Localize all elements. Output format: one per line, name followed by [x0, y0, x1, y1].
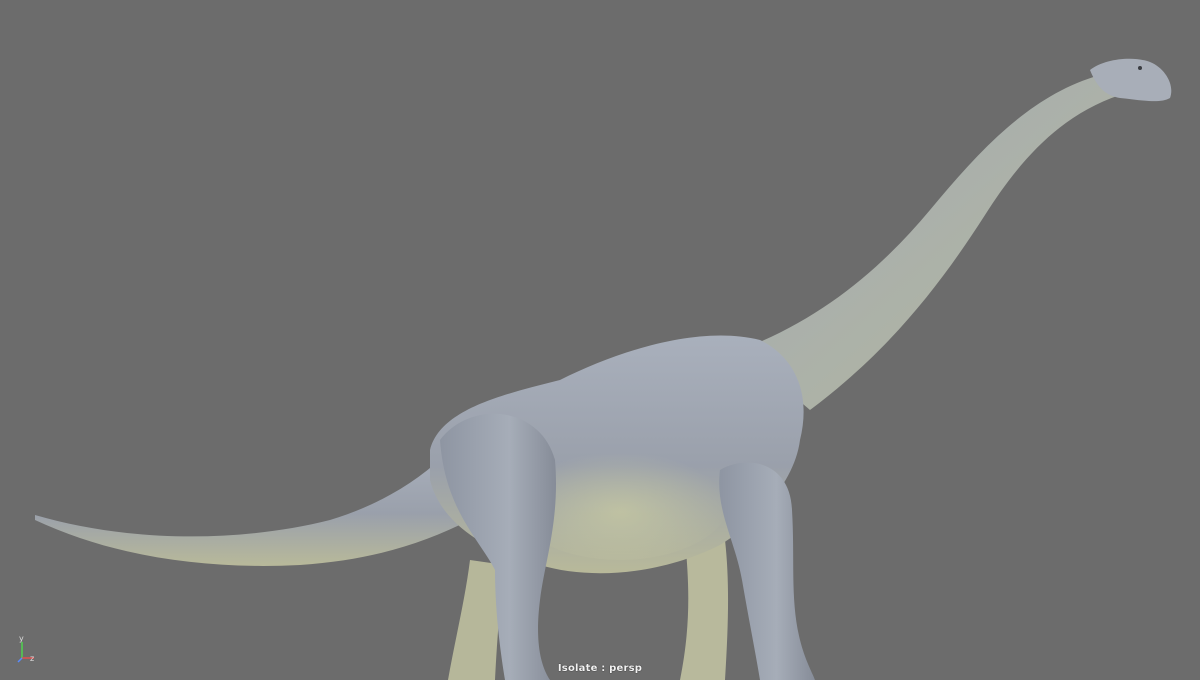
neck	[740, 75, 1120, 410]
3d-viewport[interactable]: y z Isolate : persp	[0, 0, 1200, 680]
z-axis-line	[17, 657, 23, 663]
z-axis-label: z	[30, 654, 34, 663]
y-axis-label: y	[19, 634, 24, 643]
near-front-leg	[719, 462, 815, 680]
tail	[35, 450, 470, 566]
viewport-hud-label: Isolate : persp	[557, 663, 643, 674]
far-front-leg	[680, 540, 729, 680]
dinosaur-model[interactable]	[0, 0, 1200, 680]
eye	[1138, 66, 1142, 70]
